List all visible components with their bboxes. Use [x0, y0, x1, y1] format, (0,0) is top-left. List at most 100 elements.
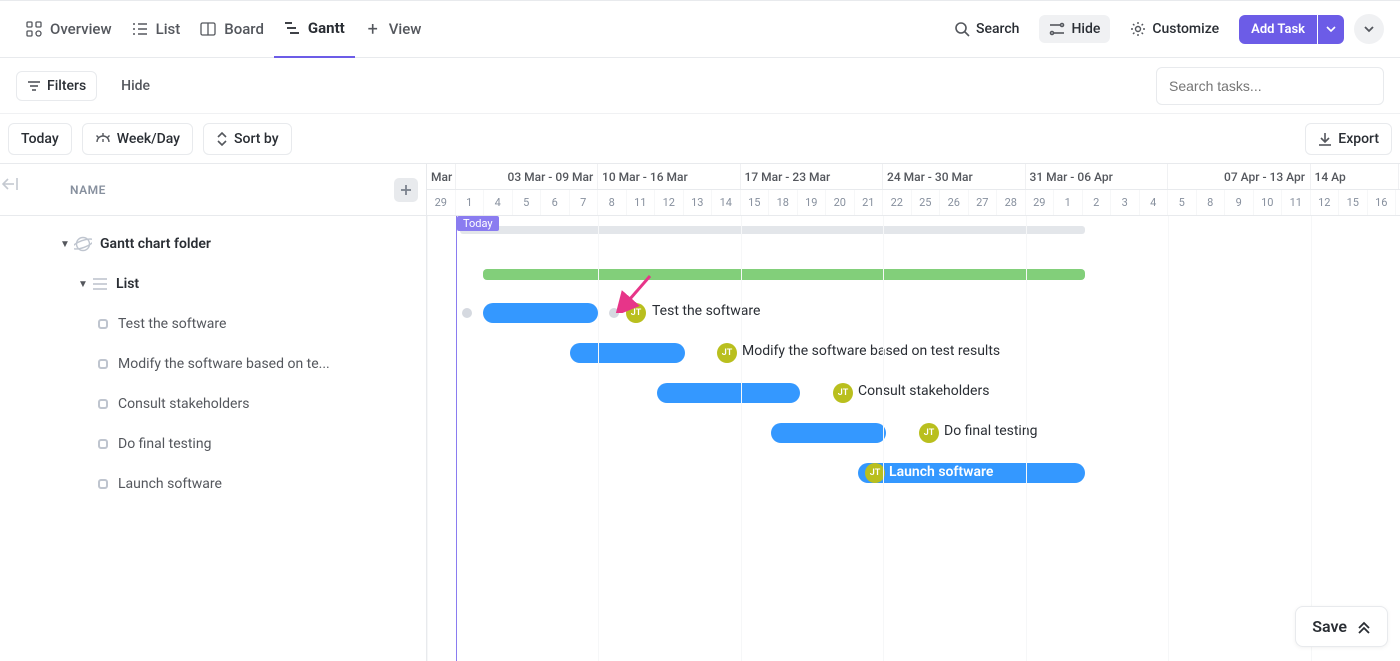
assignee-avatar[interactable]: JT	[865, 463, 885, 483]
download-icon	[1318, 132, 1332, 146]
tree-task[interactable]: Launch software	[0, 464, 426, 504]
tab-list[interactable]: List	[122, 0, 191, 58]
day-cell: 7	[570, 190, 599, 215]
day-cell: 5	[513, 190, 542, 215]
task-bar[interactable]	[570, 343, 685, 363]
day-cell: 19	[798, 190, 827, 215]
tree-folder[interactable]: ▼ Gantt chart folder	[0, 224, 426, 264]
month-label: Mar	[427, 164, 456, 189]
day-cell: 8	[598, 190, 627, 215]
add-task-dropdown[interactable]	[1318, 15, 1344, 44]
week-label: 31 Mar - 06 Apr	[1026, 164, 1169, 189]
search-button[interactable]: Search	[944, 15, 1029, 43]
more-menu-button[interactable]	[1354, 14, 1384, 44]
sort-label: Sort by	[234, 131, 279, 147]
hide-columns-button[interactable]: Hide	[121, 78, 150, 94]
grid-line	[1168, 216, 1169, 661]
tree-task[interactable]: Consult stakeholders	[0, 384, 426, 424]
day-cell: 14	[712, 190, 741, 215]
task-start-handle[interactable]	[462, 308, 472, 318]
day-cell: 15	[1339, 190, 1368, 215]
gantt-chart[interactable]: Mar 03 Mar - 09 Mar 10 Mar - 16 Mar 17 M…	[427, 164, 1400, 661]
annotation-arrow-icon	[615, 271, 655, 313]
add-column-button[interactable]	[394, 178, 418, 202]
tab-label: Gantt	[308, 19, 345, 37]
filter-icon	[27, 79, 41, 93]
hide-label: Hide	[1071, 21, 1100, 37]
list-name: List	[116, 276, 139, 292]
filters-label: Filters	[47, 78, 86, 94]
day-cell: 18	[769, 190, 798, 215]
task-name: Consult stakeholders	[118, 396, 249, 412]
day-cell: 29	[427, 190, 456, 215]
zoom-button[interactable]: Week/Day	[82, 123, 193, 155]
day-cell: 12	[1311, 190, 1340, 215]
customize-button[interactable]: Customize	[1120, 15, 1229, 43]
assignee-avatar[interactable]: JT	[717, 343, 737, 363]
caret-down-icon[interactable]: ▼	[56, 239, 74, 250]
folder-icon	[74, 235, 92, 253]
tree-task[interactable]: Do final testing	[0, 424, 426, 464]
list-summary-bar[interactable]	[483, 269, 1085, 280]
day-cell: 28	[997, 190, 1026, 215]
day-cell: 22	[883, 190, 912, 215]
search-icon	[954, 21, 970, 37]
export-label: Export	[1338, 131, 1379, 147]
tree-task[interactable]: Test the software	[0, 304, 426, 344]
day-cell: 1	[1054, 190, 1083, 215]
status-dot	[98, 399, 108, 409]
assignee-avatar[interactable]: JT	[919, 423, 939, 443]
week-label: 10 Mar - 16 Mar	[598, 164, 741, 189]
day-cell: 10	[1254, 190, 1283, 215]
day-cell: 5	[1168, 190, 1197, 215]
week-label: 03 Mar - 09 Mar	[456, 164, 599, 189]
task-name: Test the software	[118, 316, 226, 332]
day-cell: 11	[627, 190, 656, 215]
timeline-week-header: Mar 03 Mar - 09 Mar 10 Mar - 16 Mar 17 M…	[427, 164, 1400, 190]
tab-overview[interactable]: Overview	[16, 0, 122, 58]
hide-icon	[1049, 21, 1065, 37]
day-cell: 27	[969, 190, 998, 215]
status-dot	[98, 359, 108, 369]
task-name: Modify the software based on te...	[118, 356, 330, 372]
tree-task[interactable]: Modify the software based on te...	[0, 344, 426, 384]
day-cell: 4	[1140, 190, 1169, 215]
status-dot	[98, 479, 108, 489]
zoom-label: Week/Day	[117, 131, 180, 147]
add-view-button[interactable]: + View	[355, 0, 432, 58]
today-button[interactable]: Today	[8, 123, 72, 155]
filters-button[interactable]: Filters	[16, 71, 97, 101]
week-label: 17 Mar - 23 Mar	[741, 164, 884, 189]
task-bar-label: Modify the software based on test result…	[742, 343, 1000, 359]
column-header-name[interactable]: NAME	[0, 164, 426, 216]
grid-line	[883, 216, 884, 661]
board-icon	[200, 21, 216, 37]
add-task-button[interactable]: Add Task	[1239, 15, 1317, 44]
day-cell: 16	[1368, 190, 1397, 215]
list-icon	[92, 277, 108, 291]
task-bar[interactable]	[483, 303, 598, 323]
tab-gantt[interactable]: Gantt	[274, 0, 355, 58]
sort-button[interactable]: Sort by	[203, 123, 292, 155]
grid-line	[1026, 216, 1027, 661]
task-name: Do final testing	[118, 436, 211, 452]
folder-name: Gantt chart folder	[100, 236, 211, 252]
column-header-label: NAME	[70, 183, 106, 197]
task-bar[interactable]	[657, 383, 800, 403]
tree-list[interactable]: ▼ List	[0, 264, 426, 304]
save-label: Save	[1312, 617, 1347, 636]
chevron-down-icon	[1326, 24, 1336, 34]
tab-board[interactable]: Board	[190, 0, 274, 58]
today-line	[456, 216, 458, 661]
assignee-avatar[interactable]: JT	[833, 383, 853, 403]
hide-button[interactable]: Hide	[1039, 15, 1110, 43]
timeline-day-header: 2914567811121314151819202122252627282912…	[427, 190, 1400, 216]
search-input[interactable]	[1156, 67, 1384, 105]
sort-icon	[216, 132, 228, 146]
export-button[interactable]: Export	[1305, 123, 1392, 155]
save-button[interactable]: Save	[1295, 606, 1388, 647]
collapse-panel-icon[interactable]	[2, 176, 18, 192]
task-bar[interactable]	[771, 423, 886, 443]
folder-summary-bar[interactable]	[460, 226, 1085, 234]
caret-down-icon[interactable]: ▼	[74, 279, 92, 290]
